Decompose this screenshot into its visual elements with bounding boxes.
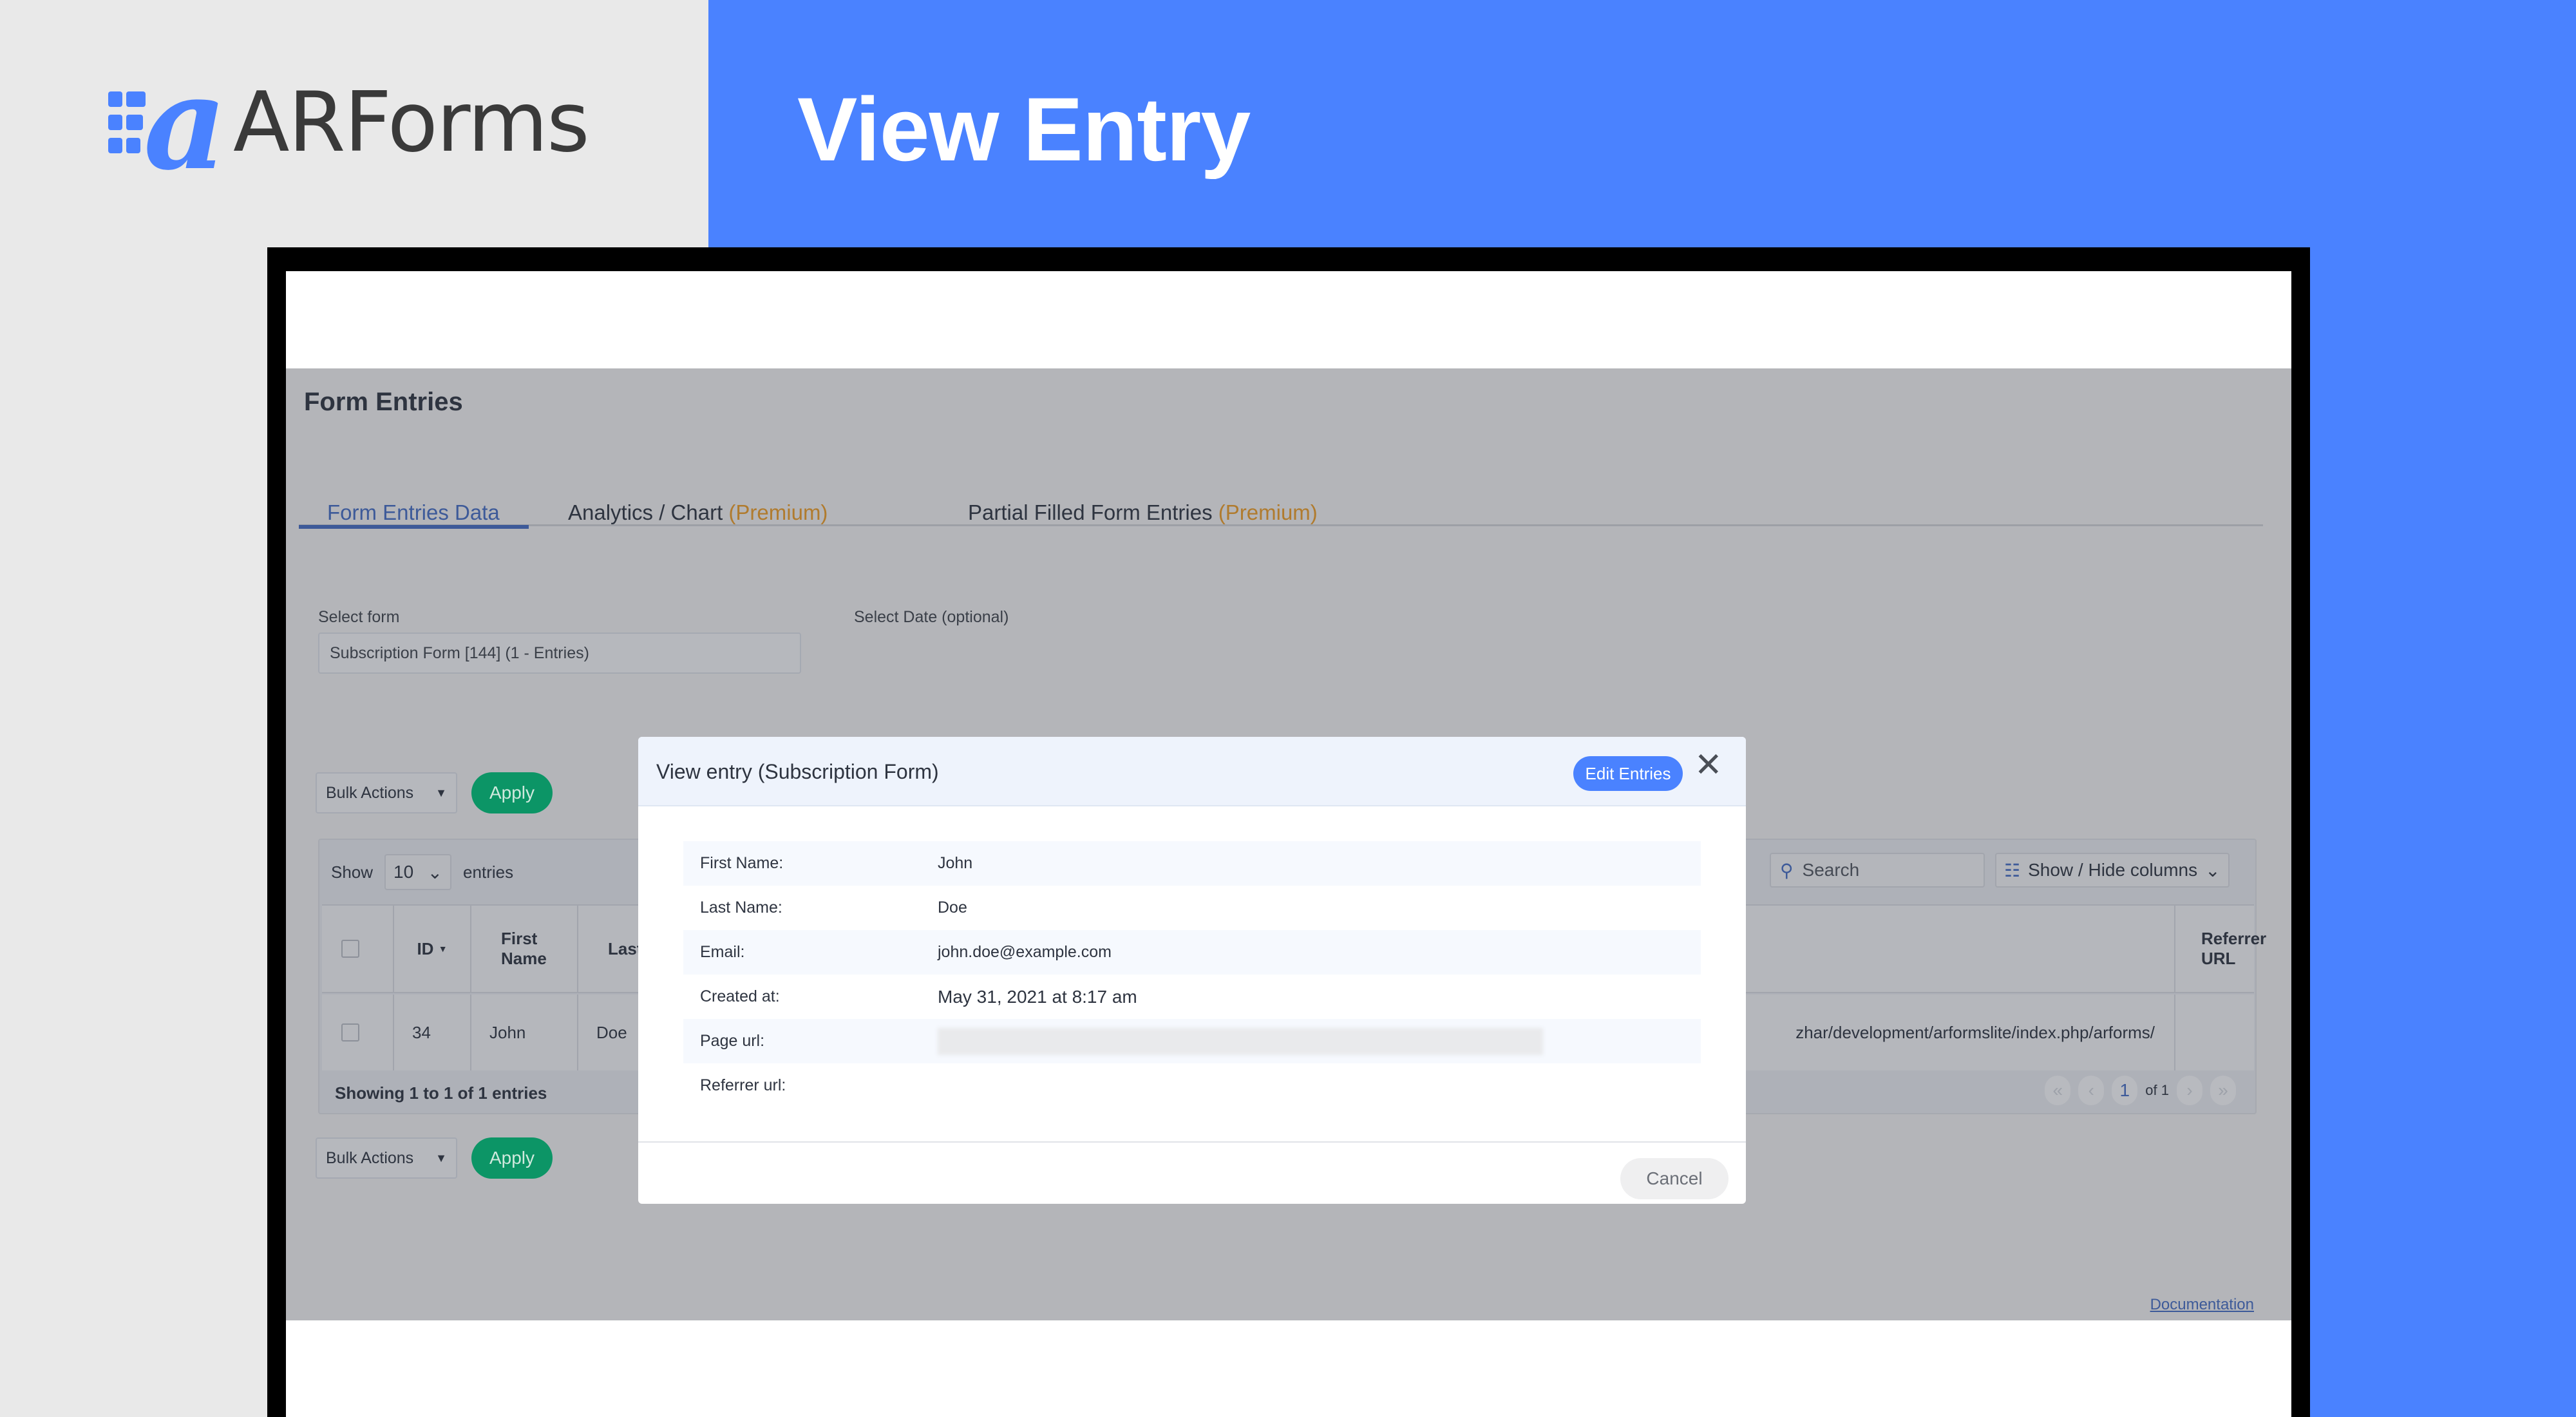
modal-header: View entry (Subscription Form) Edit Entr…: [638, 737, 1746, 806]
close-icon[interactable]: ✕: [1694, 746, 1723, 785]
hero-title: View Entry: [797, 79, 1251, 180]
app-screen: Form Entries Form Entries Data Analytics…: [286, 271, 2291, 1417]
form-entries-page: Form Entries Form Entries Data Analytics…: [286, 368, 2291, 1320]
columns-icon: ☷: [2004, 860, 2021, 880]
next-page-icon[interactable]: ›: [2177, 1076, 2202, 1105]
prev-page-icon[interactable]: ‹: [2078, 1076, 2105, 1105]
blurred-page-url: [938, 1027, 1543, 1055]
bulk-actions-select-bottom[interactable]: Bulk Actions ▼: [316, 1137, 457, 1179]
chevron-down-icon: ⌄: [2205, 860, 2221, 880]
field-row: Email: john.doe@example.com: [683, 930, 1701, 975]
modal-title: View entry (Subscription Form): [656, 760, 939, 783]
tab-analytics-chart[interactable]: Analytics / Chart (Premium): [568, 500, 828, 525]
column-header-id[interactable]: ID ▼: [394, 906, 471, 992]
page-length-control: Show 10 ⌄ entries: [331, 854, 513, 890]
cell-first-name: John: [471, 994, 578, 1070]
brand-name: ARForms: [233, 74, 590, 171]
search-icon: ⚲: [1780, 860, 1794, 880]
table-info: Showing 1 to 1 of 1 entries: [335, 1083, 547, 1103]
cell-id: 34: [394, 994, 471, 1070]
cancel-button[interactable]: Cancel: [1620, 1158, 1728, 1199]
column-header-first-name[interactable]: First Name: [471, 906, 578, 992]
field-row: Created at: May 31, 2021 at 8:17 am: [700, 986, 1137, 1007]
premium-badge: (Premium): [1218, 500, 1318, 524]
caret-down-icon: ▼: [435, 1151, 447, 1165]
documentation-link[interactable]: Documentation: [2150, 1296, 2254, 1314]
cell-page-url: zhar/development/arformslite/index.php/a…: [1673, 994, 2175, 1070]
field-row: First Name: John: [683, 841, 1701, 886]
apply-button-top[interactable]: Apply: [471, 772, 553, 813]
view-entry-modal: View entry (Subscription Form) Edit Entr…: [638, 737, 1746, 1204]
last-page-icon[interactable]: »: [2210, 1076, 2236, 1105]
entry-fields: First Name: John Last Name: Doe Email: john…: [683, 841, 1701, 1108]
first-page-icon[interactable]: «: [2045, 1076, 2071, 1105]
page-length-select[interactable]: 10 ⌄: [384, 854, 452, 890]
caret-down-icon: ▼: [435, 786, 447, 799]
page-title: Form Entries: [304, 388, 463, 416]
select-form-dropdown[interactable]: Subscription Form [144] (1 - Entries): [318, 632, 801, 674]
select-form-label: Select form: [318, 608, 400, 626]
current-page[interactable]: 1: [2112, 1076, 2138, 1105]
sort-desc-icon: ▼: [438, 944, 448, 954]
pagination: « ‹ 1 of 1 › »: [2045, 1076, 2236, 1105]
tab-form-entries-data[interactable]: Form Entries Data: [327, 500, 500, 525]
field-row: Page url:: [683, 1019, 1701, 1063]
chevron-down-icon: ⌄: [427, 862, 443, 882]
field-row: Referrer url:: [700, 1076, 786, 1094]
cell-referrer-url: [2175, 994, 2254, 1070]
bulk-actions-select-top[interactable]: Bulk Actions ▼: [316, 772, 457, 813]
modal-footer-divider: [638, 1141, 1746, 1143]
row-checkbox[interactable]: [341, 1023, 359, 1041]
select-all-checkbox[interactable]: [341, 940, 359, 958]
field-row: Last Name: Doe: [700, 899, 967, 917]
table-search-input[interactable]: ⚲ Search: [1770, 853, 1985, 888]
select-date-label: Select Date (optional): [854, 608, 1009, 626]
column-header-referrer-url[interactable]: Referrer URL: [2175, 906, 2266, 992]
edit-entries-button[interactable]: Edit Entries: [1573, 756, 1683, 791]
page-count: of 1: [2145, 1082, 2169, 1098]
active-tab-indicator: [299, 525, 529, 529]
apply-button-bottom[interactable]: Apply: [471, 1137, 553, 1179]
show-hide-columns-button[interactable]: ☷ Show / Hide columns ⌄: [1995, 853, 2230, 888]
arforms-logo-icon: a: [108, 59, 231, 188]
tabs: Form Entries Data Analytics / Chart (Pre…: [299, 500, 2263, 529]
premium-badge: (Premium): [728, 500, 828, 524]
tab-partial-filled-entries[interactable]: Partial Filled Form Entries (Premium): [968, 500, 1318, 525]
arforms-logo: a ARForms: [108, 59, 590, 188]
